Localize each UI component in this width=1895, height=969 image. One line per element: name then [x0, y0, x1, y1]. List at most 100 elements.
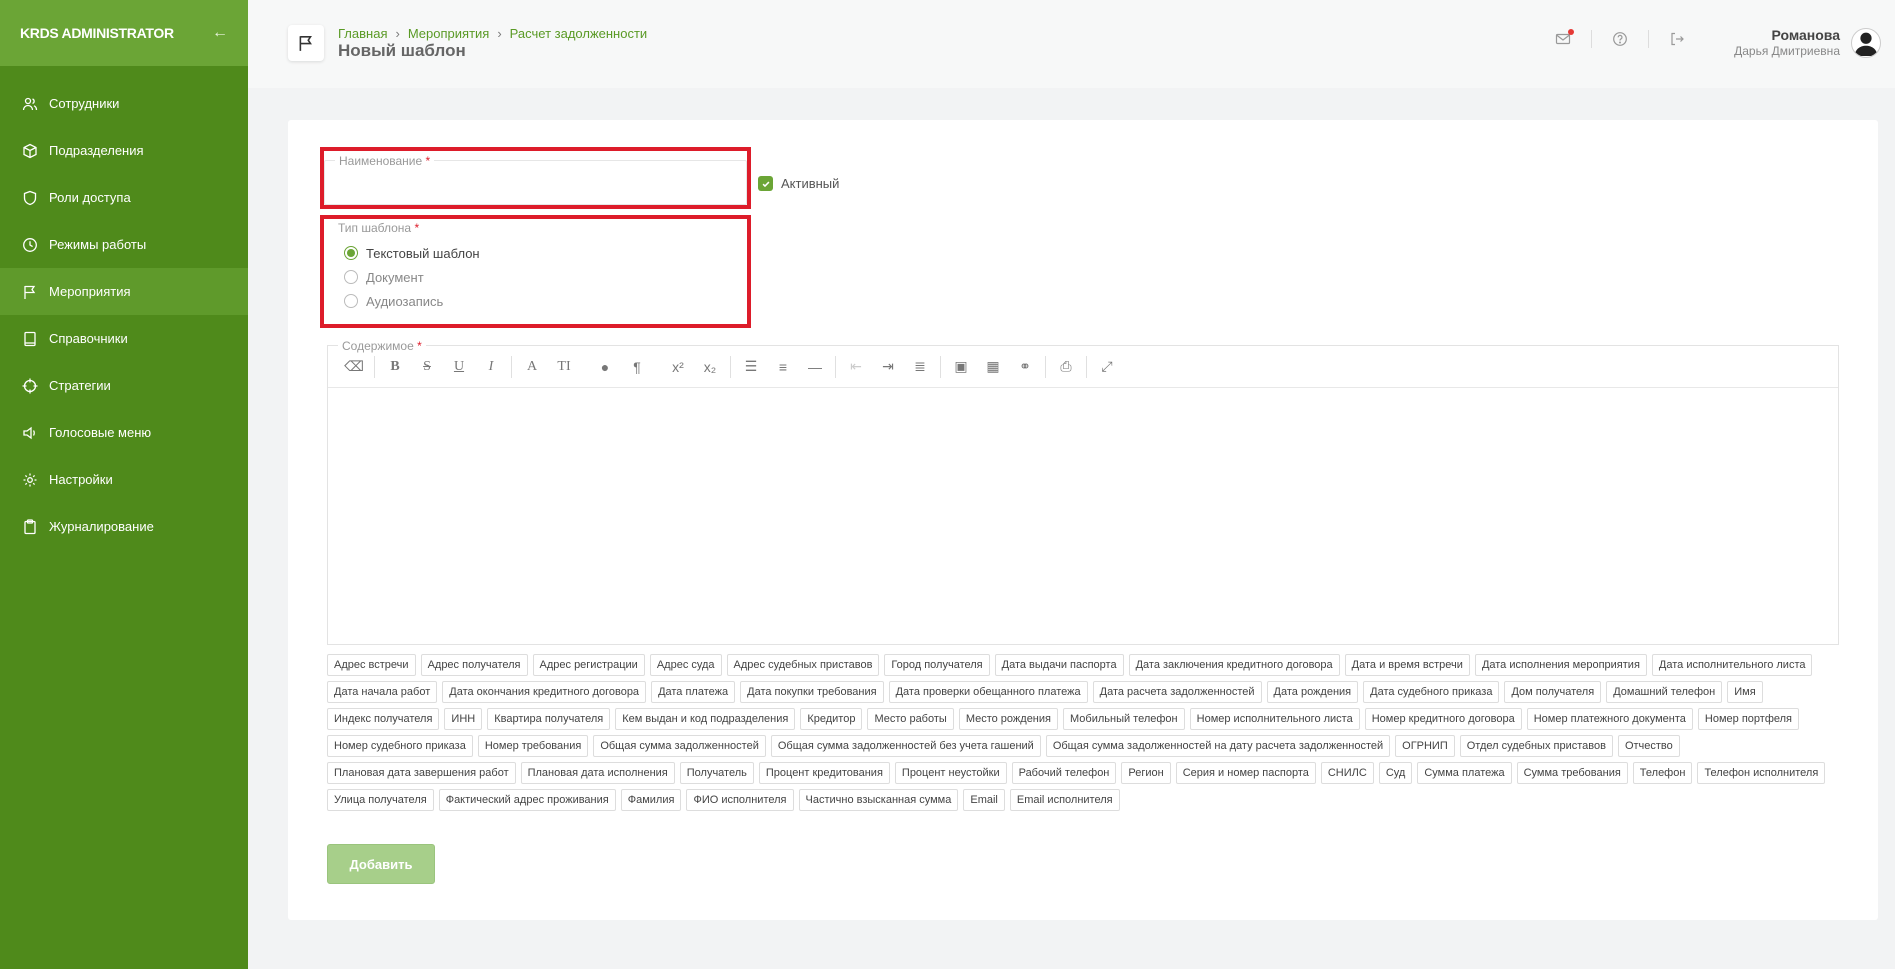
radio-icon[interactable]: [344, 270, 358, 284]
color-drop-icon[interactable]: ●: [589, 353, 621, 381]
underline-icon[interactable]: U: [443, 353, 475, 381]
variable-tag[interactable]: Общая сумма задолженностей: [593, 735, 766, 757]
breadcrumb-events[interactable]: Мероприятия: [408, 26, 490, 41]
variable-tag[interactable]: Адрес судебных приставов: [726, 654, 880, 676]
variable-tag[interactable]: Дата и время встречи: [1344, 654, 1470, 676]
variable-tag[interactable]: Город получателя: [884, 654, 990, 676]
variable-tag[interactable]: Кем выдан и код подразделения: [615, 708, 796, 730]
variable-tag[interactable]: Номер требования: [477, 735, 589, 757]
variable-tag[interactable]: Отдел судебных приставов: [1459, 735, 1613, 757]
sidebar-item-departments[interactable]: Подразделения: [0, 127, 248, 174]
variable-tag[interactable]: Сумма платежа: [1417, 762, 1512, 784]
sidebar-item-logging[interactable]: Журналирование: [0, 503, 248, 550]
strikethrough-icon[interactable]: S: [411, 353, 443, 381]
paragraph-icon[interactable]: ¶: [621, 353, 653, 381]
variable-tag[interactable]: Дата исполнения мероприятия: [1474, 654, 1647, 676]
variable-tag[interactable]: Регион: [1121, 762, 1171, 784]
fullscreen-icon[interactable]: ⤢: [1091, 353, 1123, 381]
variable-tag[interactable]: Дата начала работ: [327, 681, 438, 703]
sidebar-item-strategies[interactable]: Стратегии: [0, 362, 248, 409]
variable-tag[interactable]: Получатель: [679, 762, 754, 784]
indent-icon[interactable]: ⇥: [872, 353, 904, 381]
font-size-icon[interactable]: TI: [548, 353, 580, 381]
variable-tag[interactable]: Номер судебного приказа: [327, 735, 473, 757]
variable-tag[interactable]: Адрес встречи: [327, 654, 416, 676]
sidebar-item-settings[interactable]: Настройки: [0, 456, 248, 503]
variable-tag[interactable]: Плановая дата завершения работ: [327, 762, 516, 784]
variable-tag[interactable]: Адрес суда: [649, 654, 722, 676]
logout-icon[interactable]: [1649, 31, 1705, 47]
active-checkbox[interactable]: Активный: [758, 176, 839, 191]
variable-tag[interactable]: Улица получателя: [327, 789, 434, 811]
variable-tag[interactable]: Место работы: [867, 708, 954, 730]
bold-icon[interactable]: B: [379, 353, 411, 381]
variable-tag[interactable]: Дом получателя: [1504, 681, 1602, 703]
variable-tag[interactable]: Плановая дата исполнения: [520, 762, 675, 784]
variable-tag[interactable]: Серия и номер паспорта: [1175, 762, 1316, 784]
variable-tag[interactable]: Частично взысканная сумма: [798, 789, 959, 811]
numbered-list-icon[interactable]: ≡: [767, 353, 799, 381]
bullet-list-icon[interactable]: ☰: [735, 353, 767, 381]
variable-tag[interactable]: Процент кредитования: [758, 762, 890, 784]
arrow-left-icon[interactable]: ←: [212, 24, 228, 42]
variable-tag[interactable]: Телефон исполнителя: [1697, 762, 1826, 784]
eraser-icon[interactable]: ⌫: [338, 353, 370, 381]
variable-tag[interactable]: Дата рождения: [1266, 681, 1359, 703]
sidebar-item-references[interactable]: Справочники: [0, 315, 248, 362]
table-icon[interactable]: ▦: [977, 353, 1009, 381]
avatar[interactable]: [1851, 28, 1881, 58]
variable-tag[interactable]: ОГРНИП: [1395, 735, 1455, 757]
variable-tag[interactable]: Дата заключения кредитного договора: [1128, 654, 1340, 676]
variable-tag[interactable]: Индекс получателя: [327, 708, 440, 730]
variable-tag[interactable]: Квартира получателя: [487, 708, 611, 730]
radio-audio[interactable]: Аудиозапись: [344, 289, 480, 313]
variable-tag[interactable]: Суд: [1378, 762, 1413, 784]
variable-tag[interactable]: Рабочий телефон: [1011, 762, 1117, 784]
sidebar-item-roles[interactable]: Роли доступа: [0, 174, 248, 221]
user-info[interactable]: Романова Дарья Дмитриевна: [1734, 27, 1840, 58]
variable-tag[interactable]: Общая сумма задолженностей без учета гаш…: [770, 735, 1041, 757]
print-icon[interactable]: ⎙: [1050, 353, 1082, 381]
sidebar-item-voice-menus[interactable]: Голосовые меню: [0, 409, 248, 456]
radio-selected-icon[interactable]: [344, 246, 358, 260]
outdent-icon[interactable]: ⇤: [840, 353, 872, 381]
link-icon[interactable]: ⚭: [1009, 353, 1041, 381]
radio-icon[interactable]: [344, 294, 358, 308]
check-icon[interactable]: [758, 176, 773, 191]
variable-tag[interactable]: Дата платежа: [651, 681, 736, 703]
variable-tag[interactable]: Email: [963, 789, 1005, 811]
variable-tag[interactable]: Номер платежного документа: [1526, 708, 1693, 730]
radio-text-template[interactable]: Текстовый шаблон: [344, 241, 480, 265]
variable-tag[interactable]: Дата выдачи паспорта: [994, 654, 1124, 676]
font-icon[interactable]: A: [516, 353, 548, 381]
variable-tag[interactable]: ФИО исполнителя: [686, 789, 794, 811]
add-button[interactable]: Добавить: [327, 844, 435, 884]
italic-icon[interactable]: I: [475, 353, 507, 381]
superscript-icon[interactable]: x²: [662, 353, 694, 381]
variable-tag[interactable]: Сумма требования: [1516, 762, 1628, 784]
variable-tag[interactable]: Адрес регистрации: [532, 654, 645, 676]
variable-tag[interactable]: Имя: [1727, 681, 1763, 703]
variable-tag[interactable]: Номер кредитного договора: [1364, 708, 1522, 730]
variable-tag[interactable]: Дата проверки обещанного платежа: [888, 681, 1088, 703]
variable-tag[interactable]: Дата покупки требования: [740, 681, 884, 703]
variable-tag[interactable]: Отчество: [1617, 735, 1680, 757]
variable-tag[interactable]: Кредитор: [800, 708, 863, 730]
mail-icon[interactable]: [1535, 29, 1591, 47]
variable-tag[interactable]: Номер исполнительного листа: [1189, 708, 1360, 730]
variable-tag[interactable]: Номер портфеля: [1697, 708, 1800, 730]
variable-tag[interactable]: Дата судебного приказа: [1363, 681, 1500, 703]
sidebar-item-events[interactable]: Мероприятия: [0, 268, 248, 315]
variable-tag[interactable]: Процент неустойки: [894, 762, 1007, 784]
variable-tag[interactable]: Домашний телефон: [1606, 681, 1723, 703]
variable-tag[interactable]: СНИЛС: [1320, 762, 1374, 784]
variable-tag[interactable]: Адрес получателя: [420, 654, 528, 676]
variable-tag[interactable]: Email исполнителя: [1009, 789, 1120, 811]
sidebar-item-work-modes[interactable]: Режимы работы: [0, 221, 248, 268]
horizontal-rule-icon[interactable]: —: [799, 353, 831, 381]
help-icon[interactable]: [1592, 31, 1648, 47]
variable-tag[interactable]: Фактический адрес проживания: [438, 789, 616, 811]
variable-tag[interactable]: Дата окончания кредитного договора: [442, 681, 647, 703]
sidebar-item-employees[interactable]: Сотрудники: [0, 80, 248, 127]
editor-content-area[interactable]: [328, 389, 1838, 644]
